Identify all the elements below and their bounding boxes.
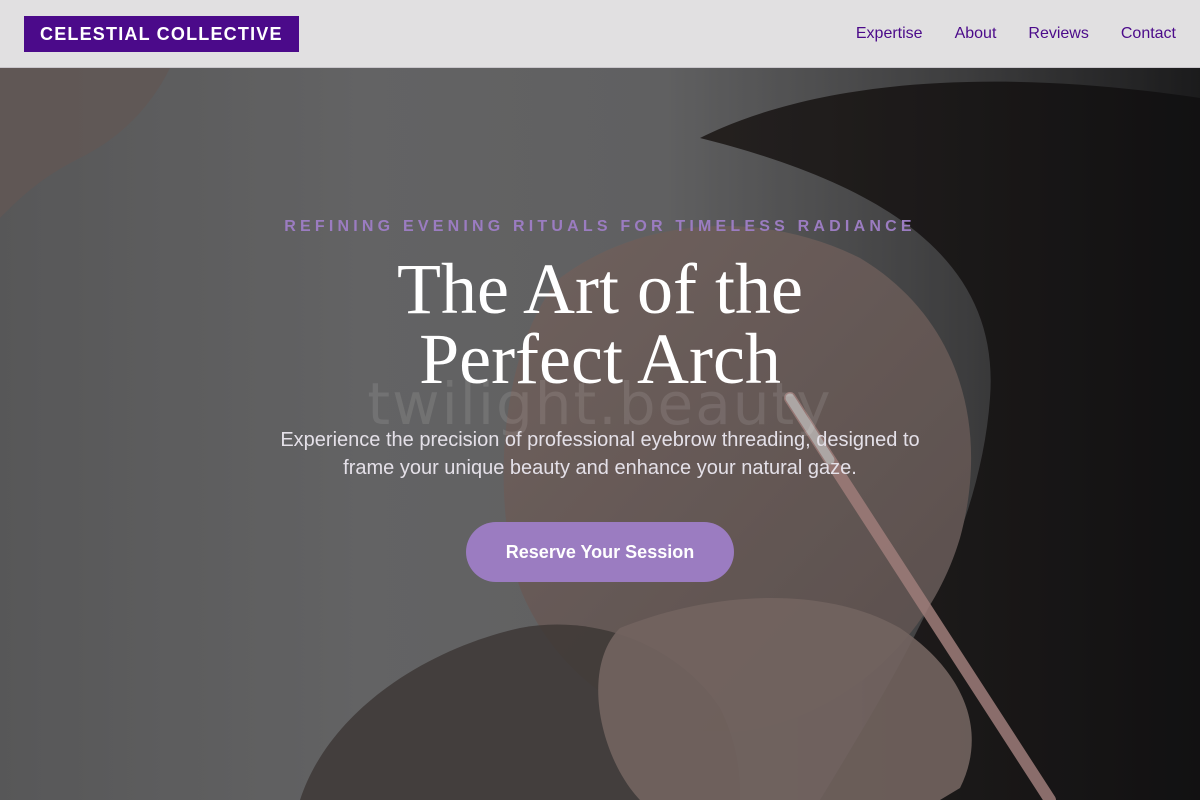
nav-link-contact[interactable]: Contact xyxy=(1121,25,1176,43)
hero-content: REFINING EVENING RITUALS FOR TIMELESS RA… xyxy=(0,68,1200,800)
nav-link-reviews[interactable]: Reviews xyxy=(1028,25,1088,43)
reserve-session-button[interactable]: Reserve Your Session xyxy=(466,522,734,582)
hero-tagline: REFINING EVENING RITUALS FOR TIMELESS RA… xyxy=(284,218,916,235)
site-header: CELESTIAL COLLECTIVE Expertise About Rev… xyxy=(0,0,1200,68)
main-nav: Expertise About Reviews Contact xyxy=(856,25,1176,43)
hero-subtitle: Experience the precision of professional… xyxy=(280,429,920,479)
nav-link-expertise[interactable]: Expertise xyxy=(856,25,923,43)
nav-link-about[interactable]: About xyxy=(955,25,997,43)
hero-section: REFINING EVENING RITUALS FOR TIMELESS RA… xyxy=(0,68,1200,800)
brand-logo[interactable]: CELESTIAL COLLECTIVE xyxy=(24,15,299,52)
hero-title: The Art of the Perfect Arch xyxy=(397,249,803,399)
